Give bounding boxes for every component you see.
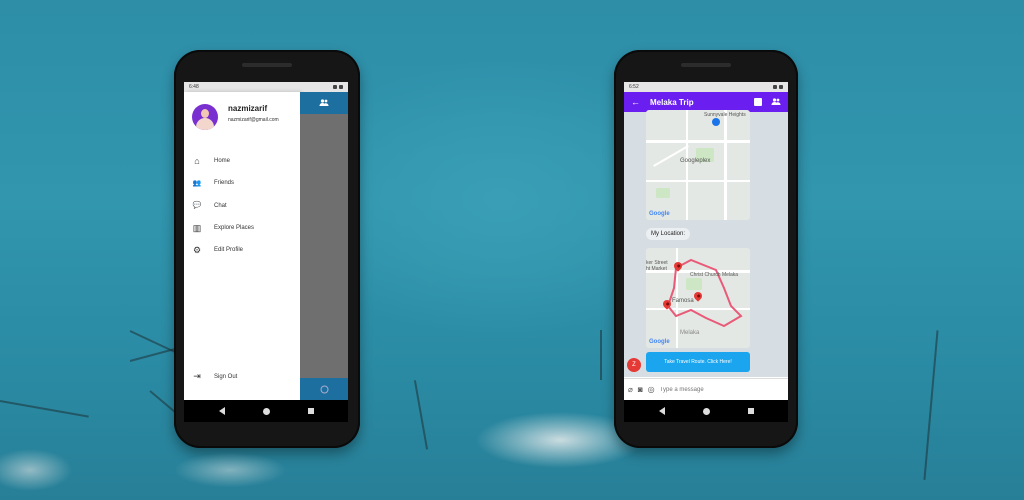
drawer-item-label: Chat <box>214 202 227 209</box>
message-composer: ⌀ ◙ ◎ <box>624 378 788 400</box>
wifi-icon <box>333 85 337 89</box>
map-label: Melaka <box>680 330 700 336</box>
message-input[interactable] <box>659 386 784 393</box>
wall-crack <box>413 380 429 450</box>
phone-right: 6:52 ← Melaka Trip Sunnyvale Heights Goo… <box>614 50 798 448</box>
android-nav-bar <box>184 400 348 422</box>
map-label: ker Street ht Market <box>646 260 668 272</box>
map-message-route[interactable]: ker Street ht Market Christ Church Melak… <box>646 248 750 348</box>
drawer-item-sign-out[interactable]: ⇥ Sign Out <box>192 366 237 388</box>
phone-left: 6:48 nazmizarif nazmizarif@gmail.com ⌂ H… <box>174 50 360 448</box>
settings-icon: ⚙ <box>192 244 202 255</box>
map-label: Sunnyvale Heights <box>704 112 746 118</box>
bottom-bar-behind <box>300 378 348 400</box>
appbar-behind <box>300 92 348 114</box>
attachment-icon[interactable]: ⌀ <box>628 385 633 394</box>
map-message-location[interactable]: Sunnyvale Heights Googleplex Google <box>646 110 750 220</box>
my-location-bubble: My Location: <box>646 228 691 240</box>
drawer-item-label: Sign Out <box>214 373 238 380</box>
friends-icon: 👥 <box>192 179 202 187</box>
drawer-item-chat[interactable]: 💬 Chat <box>192 195 296 217</box>
battery-icon <box>779 85 783 89</box>
android-nav-bar <box>624 400 788 422</box>
chat-title: Melaka Trip <box>650 97 694 107</box>
map-label: Googleplex <box>680 158 711 164</box>
chat-appbar: ← Melaka Trip <box>624 92 788 112</box>
home-button-icon[interactable] <box>702 407 710 415</box>
wall-crack <box>600 330 602 380</box>
chat-messages[interactable]: Sunnyvale Heights Googleplex Google My L… <box>624 110 788 377</box>
recents-icon[interactable] <box>747 408 754 414</box>
desktop-background: { "status": {"time_left": "6:48", "time_… <box>0 0 1024 500</box>
wifi-icon <box>773 85 777 89</box>
map-label: Famosa <box>672 298 694 304</box>
wall-crack <box>0 400 89 418</box>
drawer-item-explore-places[interactable]: ▥ Explore Places <box>192 217 296 239</box>
phone-right-screen: 6:52 ← Melaka Trip Sunnyvale Heights Goo… <box>624 82 788 422</box>
avatar[interactable] <box>192 104 218 130</box>
google-logo: Google <box>649 211 670 217</box>
checkbox-icon[interactable] <box>754 98 762 106</box>
user-email: nazmizarif@gmail.com <box>228 117 279 123</box>
drawer-item-friends[interactable]: 👥 Friends <box>192 172 296 194</box>
google-logo: Google <box>649 339 670 345</box>
back-icon[interactable] <box>218 407 225 415</box>
group-icon[interactable] <box>771 98 781 106</box>
power-icon <box>320 385 328 393</box>
drawer-menu: ⌂ Home 👥 Friends 💬 Chat ▥ Explore Places… <box>192 150 296 261</box>
wall-crack <box>923 330 939 480</box>
drawer-scrim[interactable] <box>300 92 348 400</box>
drawer-item-label: Friends <box>214 180 235 187</box>
friends-icon <box>319 99 329 106</box>
compass-icon[interactable]: ◎ <box>648 385 655 394</box>
home-button-icon[interactable] <box>262 407 270 415</box>
status-bar: 6:52 <box>624 82 788 92</box>
battery-icon <box>339 85 343 89</box>
phone-left-screen: 6:48 nazmizarif nazmizarif@gmail.com ⌂ H… <box>184 82 348 422</box>
map-icon: ▥ <box>192 222 202 233</box>
home-icon: ⌂ <box>194 155 200 166</box>
navigation-drawer: nazmizarif nazmizarif@gmail.com ⌂ Home 👥… <box>184 92 300 400</box>
phone-speaker <box>681 63 731 67</box>
status-bar: 6:48 <box>184 82 348 92</box>
wall-crack <box>129 347 179 362</box>
user-name: nazmizarif <box>228 104 268 113</box>
recents-icon[interactable] <box>307 408 314 414</box>
drawer-item-label: Explore Places <box>214 225 255 232</box>
drawer-item-label: Home <box>214 158 231 165</box>
phone-speaker <box>242 63 292 67</box>
drawer-item-home[interactable]: ⌂ Home <box>192 150 296 172</box>
status-time: 6:52 <box>629 84 639 90</box>
camera-icon[interactable]: ◙ <box>638 385 643 394</box>
chat-icon: 💬 <box>192 202 202 210</box>
location-pin-icon <box>712 118 720 126</box>
sign-out-icon: ⇥ <box>193 371 201 382</box>
drawer-item-label: Edit Profile <box>214 247 244 254</box>
sender-avatar: Z <box>627 358 641 372</box>
travel-route-button[interactable]: Take Travel Route. Click Here! <box>646 352 750 372</box>
drawer-item-edit-profile[interactable]: ⚙ Edit Profile <box>192 239 296 261</box>
map-label: Christ Church Melaka <box>690 272 739 278</box>
status-time: 6:48 <box>189 84 199 90</box>
back-icon[interactable] <box>658 407 665 415</box>
back-arrow-icon[interactable]: ← <box>631 97 640 107</box>
